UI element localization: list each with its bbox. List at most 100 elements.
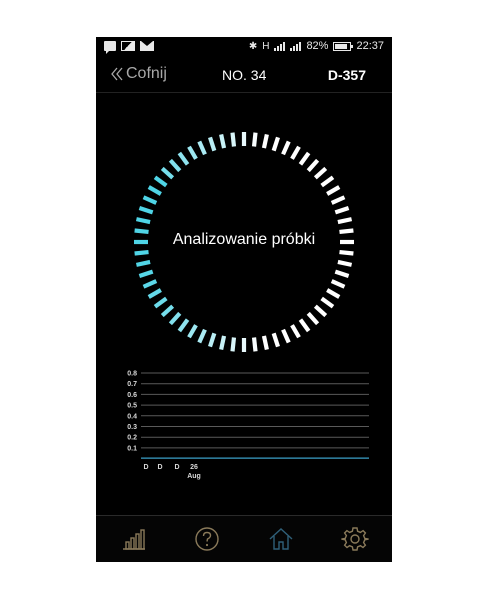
back-button[interactable]: Cofnij — [110, 65, 167, 83]
x-tick-label: D — [157, 464, 162, 471]
progress-segment — [135, 259, 151, 267]
progress-segment — [187, 145, 198, 160]
chevron-left-icon — [111, 67, 123, 81]
clock: 22:37 — [356, 40, 384, 52]
progress-segment — [251, 337, 258, 352]
progress-segment — [271, 332, 280, 348]
y-tick-label: 0.7 — [127, 381, 137, 388]
x-tick-label: 26 — [190, 464, 198, 471]
progress-segment — [339, 249, 354, 256]
progress-segment — [261, 335, 269, 351]
progress-segment — [326, 288, 341, 299]
battery-percent: 82% — [306, 40, 329, 52]
status-bar: ✱ H 82% 22:37 — [96, 37, 392, 57]
progress-segment — [160, 166, 175, 180]
progress-segment — [320, 296, 335, 309]
y-tick-label: 0.2 — [127, 435, 137, 442]
network-type-icon: H — [262, 40, 270, 52]
x-sub-label: Aug — [187, 473, 201, 480]
progress-segment — [290, 324, 301, 339]
mail-icon — [140, 41, 154, 51]
progress-segment — [281, 140, 291, 156]
chart: 0.8 0.7 0.6 0.5 0.4 0.3 0.2 0.1 D D D 26 Aug — [96, 362, 392, 492]
progress-segment — [134, 249, 149, 256]
y-tick-label: 0.1 — [127, 445, 137, 452]
progress-segment — [177, 151, 190, 166]
progress-segment — [320, 175, 335, 188]
bottom-nav — [96, 515, 392, 562]
device-id: D-357 — [327, 67, 366, 83]
progress-segment — [168, 311, 182, 326]
signal-2-icon — [290, 41, 302, 51]
header: Cofnij NO. 34 D-357 — [96, 59, 392, 91]
message-icon — [104, 41, 116, 54]
progress-segment — [306, 158, 320, 173]
progress-segment — [219, 335, 227, 351]
nav-home-button[interactable] — [266, 524, 296, 554]
progress-segment — [330, 279, 346, 289]
image-icon — [121, 41, 135, 51]
y-tick-label: 0.6 — [127, 392, 137, 399]
progress-segment — [197, 140, 207, 156]
progress-segment — [281, 328, 291, 344]
progress-segment — [261, 133, 269, 149]
progress-segment — [271, 136, 280, 152]
nav-settings-button[interactable] — [340, 524, 370, 554]
progress-segment — [160, 304, 175, 318]
help-icon — [195, 527, 219, 551]
progress-segment — [208, 332, 217, 348]
progress-segment — [334, 206, 350, 215]
progress-segment — [337, 259, 353, 267]
y-tick-label: 0.8 — [127, 371, 137, 378]
progress-segment — [326, 185, 341, 196]
header-divider — [96, 92, 392, 93]
phone-screen: ✱ H 82% 22:37 Cofnij NO. 34 D-357 Analiz… — [96, 37, 392, 562]
progress-segment — [138, 206, 154, 215]
progress-segment — [251, 132, 258, 147]
status-text: Analizowanie próbki — [172, 231, 316, 248]
progress-segment — [135, 217, 151, 225]
progress-segment — [153, 296, 168, 309]
back-label: Cofnij — [126, 65, 167, 82]
bluetooth-icon: ✱ — [248, 40, 258, 52]
progress-ring: Analizowanie próbki — [133, 131, 355, 353]
progress-segment — [313, 166, 328, 180]
system-icons: ✱ H 82% 22:37 — [249, 40, 384, 52]
progress-segment — [208, 136, 217, 152]
settings-icon — [341, 527, 369, 551]
progress-segment — [197, 328, 207, 344]
progress-segment — [147, 288, 162, 299]
progress-segment — [147, 185, 162, 196]
progress-segment — [313, 304, 328, 318]
progress-segment — [153, 175, 168, 188]
progress-segment — [298, 151, 311, 166]
home-icon — [269, 528, 293, 550]
progress-segment — [219, 133, 227, 149]
progress-segment — [337, 217, 353, 225]
signal-icon — [274, 41, 286, 51]
progress-segment — [187, 324, 198, 339]
chart-svg: 0.8 0.7 0.6 0.5 0.4 0.3 0.2 0.1 D D D 26 Aug — [127, 371, 369, 480]
progress-segment — [298, 318, 311, 333]
chart-icon — [123, 529, 145, 550]
progress-segment — [230, 132, 237, 147]
battery-icon — [333, 41, 354, 51]
x-tick-label: D — [143, 464, 148, 471]
progress-segment — [142, 195, 158, 205]
progress-segment — [230, 337, 237, 352]
progress-segment — [177, 318, 190, 333]
nav-chart-button[interactable] — [119, 524, 149, 554]
progress-segment — [306, 311, 320, 326]
progress-segment — [334, 269, 350, 278]
progress-segment — [168, 158, 182, 173]
progress-segment — [142, 279, 158, 289]
nav-help-button[interactable] — [192, 524, 222, 554]
progress-segment — [330, 195, 346, 205]
notification-icons — [104, 41, 154, 54]
y-tick-label: 0.3 — [127, 424, 137, 431]
y-tick-label: 0.5 — [127, 403, 137, 410]
x-tick-label: D — [174, 464, 179, 471]
sample-number: NO. 34 — [222, 67, 267, 83]
progress-segment — [290, 145, 301, 160]
y-tick-label: 0.4 — [127, 413, 137, 420]
